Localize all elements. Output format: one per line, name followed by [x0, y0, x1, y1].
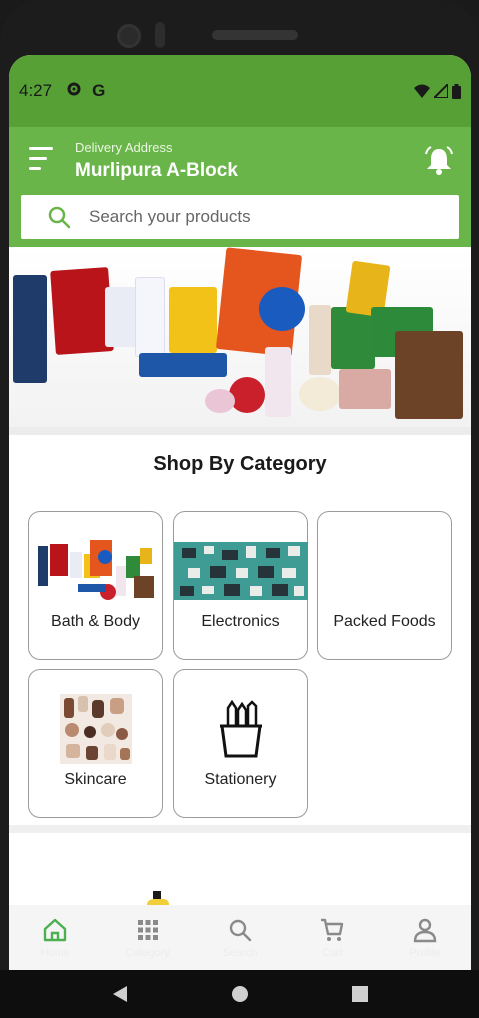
nav-cart[interactable]: Cart	[302, 917, 362, 959]
electronics-image	[174, 542, 308, 600]
back-icon[interactable]	[111, 984, 129, 1004]
recents-icon[interactable]	[351, 985, 369, 1003]
product-section	[9, 825, 471, 921]
profile-icon	[413, 918, 436, 942]
system-navigation-bar	[0, 970, 479, 1018]
camera-icon	[117, 24, 141, 48]
nav-profile[interactable]: Profile	[395, 917, 455, 959]
status-time: 4:27	[19, 81, 53, 100]
category-card-packed-foods[interactable]: Packed Foods	[317, 511, 452, 660]
search-icon	[48, 206, 71, 229]
app-screen: 4:27 G Delivery Address Murlipura A-Bloc…	[9, 55, 471, 970]
search-input[interactable]: Search your products	[89, 207, 251, 227]
category-label: Bath & Body	[51, 613, 140, 630]
wifi-icon	[414, 84, 430, 98]
home-icon	[43, 918, 67, 941]
promo-banner-image[interactable]	[9, 247, 471, 435]
category-card-bath-body[interactable]: Bath & Body	[28, 511, 163, 660]
grid-icon	[137, 919, 158, 940]
category-label: Stationery	[204, 771, 277, 788]
bath-body-image	[38, 540, 154, 602]
nav-search[interactable]: Search	[210, 917, 270, 959]
notification-bell-icon[interactable]	[423, 145, 455, 177]
nav-category[interactable]: Category	[118, 917, 178, 959]
app-header: Delivery Address Murlipura A-Block Searc…	[9, 127, 471, 247]
bottom-navigation: Home Category Search Cart Profile	[9, 905, 471, 970]
gear-icon	[66, 81, 82, 102]
nav-label: Profile	[409, 946, 441, 959]
home-circle-icon[interactable]	[231, 985, 249, 1003]
nav-label: Cart	[321, 946, 343, 959]
category-label: Electronics	[201, 613, 280, 630]
status-bar: 4:27 G	[9, 55, 471, 127]
skincare-image	[60, 694, 132, 764]
search-bar[interactable]: Search your products	[21, 195, 459, 239]
search-icon	[229, 919, 252, 941]
sensor	[155, 22, 165, 48]
category-label: Skincare	[64, 771, 127, 788]
category-label: Packed Foods	[333, 613, 436, 630]
delivery-address-value[interactable]: Murlipura A-Block	[75, 160, 238, 182]
signal-icon	[434, 84, 448, 98]
category-card-skincare[interactable]: Skincare	[28, 669, 163, 818]
category-card-electronics[interactable]: Electronics	[173, 511, 308, 660]
nav-home[interactable]: Home	[25, 917, 85, 959]
delivery-address-label: Delivery Address	[75, 140, 173, 155]
battery-icon	[452, 83, 461, 99]
category-card-stationery[interactable]: Stationery	[173, 669, 308, 818]
category-section-title: Shop By Category	[153, 453, 327, 475]
nav-label: Category	[125, 946, 170, 959]
g-icon: G	[92, 81, 106, 100]
shop-by-category-section: Shop By Category Bath & Body Electronics…	[9, 435, 471, 835]
speaker	[212, 30, 298, 40]
menu-icon[interactable]	[29, 147, 57, 177]
nav-label: Search	[222, 946, 258, 959]
stationery-icon	[218, 699, 264, 758]
cart-icon	[321, 918, 344, 941]
nav-label: Home	[40, 946, 70, 959]
